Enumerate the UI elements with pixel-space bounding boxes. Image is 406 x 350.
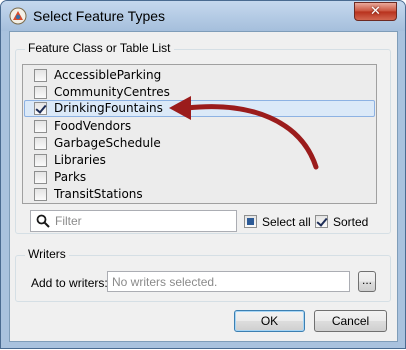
filter-input[interactable] — [55, 213, 230, 229]
feature-checkbox[interactable] — [34, 154, 47, 167]
list-item-selected[interactable]: DrinkingFountains — [24, 100, 375, 117]
feature-type-label: Parks — [54, 170, 87, 184]
feature-checkbox[interactable] — [34, 171, 47, 184]
add-to-writers-label: Add to writers: — [31, 276, 108, 290]
feature-type-label: DrinkingFountains — [54, 101, 163, 115]
window-title: Select Feature Types — [33, 8, 166, 24]
feature-type-label: Libraries — [54, 153, 106, 167]
feature-checkbox[interactable] — [34, 137, 47, 150]
dialog-window: Select Feature Types ✕ Feature Class or … — [0, 0, 406, 349]
list-item[interactable]: FoodVendors — [24, 118, 375, 135]
fme-app-icon — [9, 7, 27, 25]
feature-type-label: CommunityCentres — [54, 85, 170, 99]
close-icon: ✕ — [370, 4, 381, 19]
title-bar[interactable]: Select Feature Types ✕ — [1, 1, 405, 31]
feature-class-group-label: Feature Class or Table List — [25, 41, 174, 55]
writers-field[interactable]: No writers selected. — [107, 271, 350, 292]
search-icon — [36, 214, 50, 228]
feature-checkbox-checked[interactable] — [34, 102, 47, 115]
sorted-checkbox[interactable] — [315, 215, 328, 228]
select-all-checkbox[interactable] — [244, 215, 257, 228]
feature-type-label: FoodVendors — [54, 119, 132, 133]
feature-checkbox[interactable] — [34, 120, 47, 133]
list-item[interactable]: AccessibleParking — [24, 67, 375, 84]
list-item[interactable]: Libraries — [24, 152, 375, 169]
ok-button[interactable]: OK — [234, 310, 305, 332]
select-all-label: Select all — [262, 215, 311, 229]
list-item[interactable]: TransitStations — [24, 186, 375, 203]
close-button[interactable]: ✕ — [354, 2, 397, 21]
feature-checkbox[interactable] — [34, 86, 47, 99]
list-item[interactable]: CommunityCentres — [24, 84, 375, 101]
feature-type-list[interactable]: AccessibleParking CommunityCentres Drink… — [22, 64, 377, 204]
browse-writers-button[interactable]: ... — [358, 271, 376, 292]
feature-checkbox[interactable] — [34, 188, 47, 201]
feature-type-label: TransitStations — [54, 187, 143, 201]
sorted-label: Sorted — [333, 215, 369, 229]
filter-field[interactable] — [30, 210, 237, 232]
list-item[interactable]: GarbageSchedule — [24, 135, 375, 152]
list-item[interactable]: Parks — [24, 169, 375, 186]
feature-checkbox[interactable] — [34, 69, 47, 82]
feature-type-label: AccessibleParking — [54, 68, 162, 82]
cancel-button[interactable]: Cancel — [314, 310, 387, 332]
writers-group-label: Writers — [25, 247, 69, 261]
feature-type-label: GarbageSchedule — [54, 136, 161, 150]
